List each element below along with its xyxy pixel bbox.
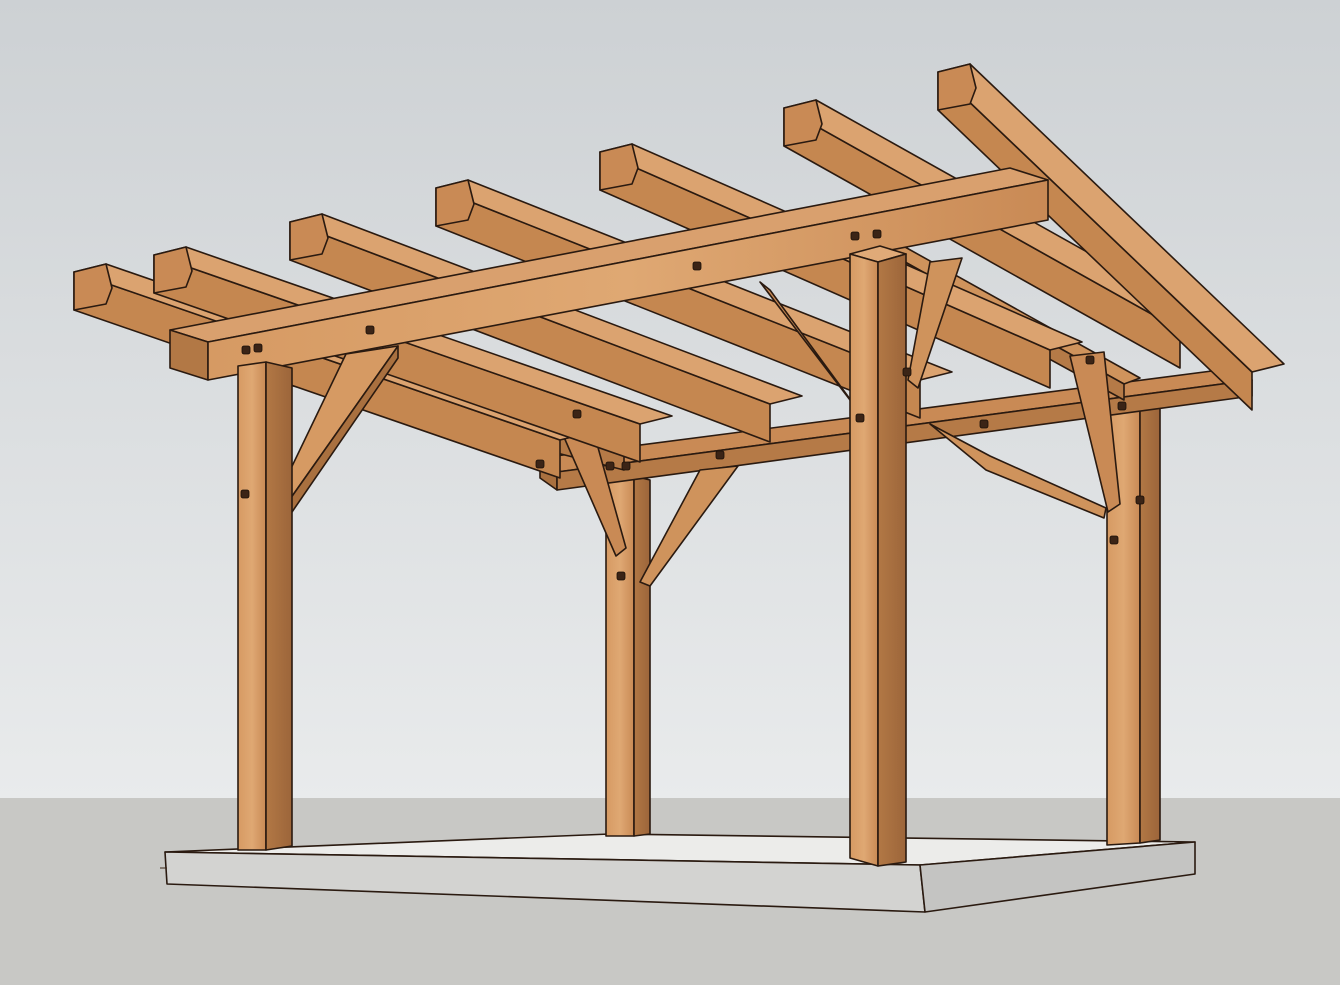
peg — [872, 229, 882, 239]
peg — [1085, 355, 1095, 365]
peg — [241, 345, 251, 355]
peg — [1135, 495, 1145, 505]
pergola-3d-model-view — [0, 0, 1340, 985]
peg — [572, 409, 582, 419]
peg — [365, 325, 375, 335]
peg — [850, 231, 860, 241]
peg — [692, 261, 702, 271]
peg — [535, 459, 545, 469]
peg — [240, 489, 250, 499]
peg — [1109, 535, 1119, 545]
peg — [855, 413, 865, 423]
peg — [253, 343, 263, 353]
post-front-left — [237, 361, 293, 851]
peg — [616, 571, 626, 581]
peg — [605, 461, 615, 471]
peg — [902, 367, 912, 377]
peg — [979, 419, 989, 429]
peg — [621, 461, 631, 471]
peg — [715, 450, 725, 460]
peg — [1117, 401, 1127, 411]
post-front-right — [849, 245, 907, 867]
